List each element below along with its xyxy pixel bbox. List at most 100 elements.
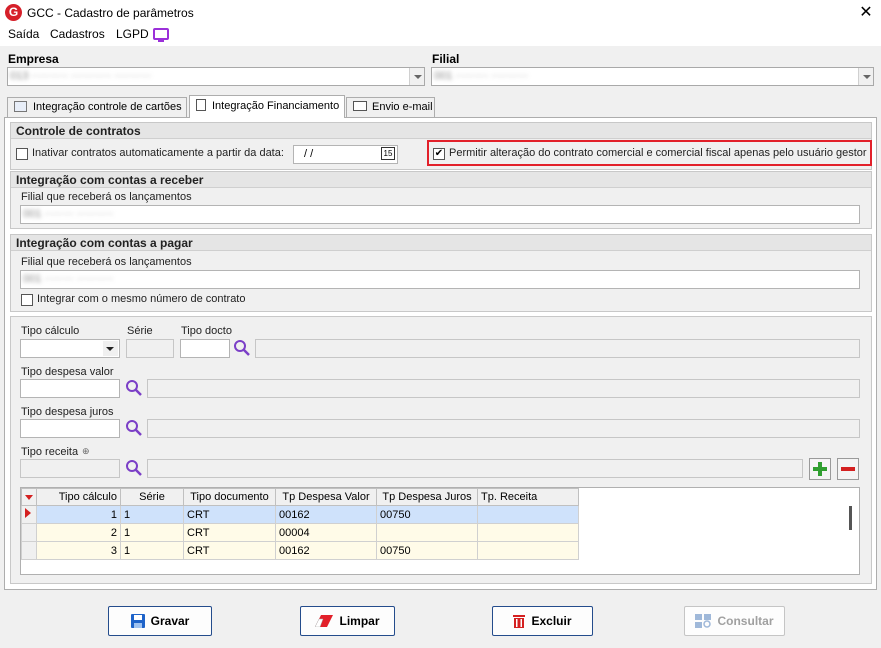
grid-header[interactable]: Tipo documento: [183, 488, 276, 506]
calendar-icon[interactable]: 15: [381, 147, 395, 160]
filial-select[interactable]: 001 ········· ··········: [431, 67, 874, 86]
button-label: Limpar: [339, 614, 380, 628]
tipo-docto-descricao: [255, 339, 860, 358]
tab-envio-email[interactable]: Envio e-mail: [346, 97, 435, 117]
tipo-despesa-juros-input[interactable]: [20, 419, 120, 438]
grid-header[interactable]: Tipo cálculo: [36, 488, 121, 506]
cell[interactable]: 00162: [275, 505, 377, 524]
current-row-icon: [25, 508, 31, 518]
table-row[interactable]: 1 1 CRT 00162 00750: [21, 505, 579, 524]
cell[interactable]: CRT: [183, 505, 276, 524]
tipo-despesa-juros-label: Tipo despesa juros: [21, 406, 114, 418]
cell[interactable]: 00750: [376, 505, 478, 524]
cell[interactable]: [376, 523, 478, 542]
tab-label: Integração Financiamento: [212, 100, 340, 112]
cell[interactable]: [477, 523, 579, 542]
monitor-stand-icon: [158, 40, 164, 42]
button-label: Excluir: [531, 614, 572, 628]
search-icon[interactable]: [125, 419, 143, 437]
grid-header[interactable]: Tp Despesa Valor: [275, 488, 377, 506]
pagar-filial-label: Filial que receberá os lançamentos: [21, 256, 192, 268]
empresa-select[interactable]: 013 ·········· ··········· ··········: [7, 67, 425, 86]
chevron-down-icon[interactable]: [409, 68, 424, 85]
pagar-filial-input[interactable]: 001 ········ ··········: [20, 270, 860, 289]
cell[interactable]: 00162: [275, 541, 377, 560]
window-title: GCC - Cadastro de parâmetros: [27, 6, 194, 20]
mesmo-numero-label: Integrar com o mesmo número de contrato: [37, 293, 246, 305]
excluir-button[interactable]: Excluir: [492, 606, 593, 636]
cell[interactable]: 00004: [275, 523, 377, 542]
remove-button[interactable]: [837, 458, 859, 480]
search-icon[interactable]: [125, 379, 143, 397]
receber-filial-input[interactable]: 001 ········ ··········: [20, 205, 860, 224]
tipo-docto-input[interactable]: [180, 339, 230, 358]
save-icon: [130, 614, 145, 628]
serie-input[interactable]: [126, 339, 174, 358]
menu-lgpd[interactable]: LGPD: [116, 27, 149, 41]
cell[interactable]: [477, 541, 579, 560]
monitor-icon[interactable]: [153, 28, 169, 40]
cell[interactable]: 2: [36, 523, 121, 542]
cell[interactable]: [477, 505, 579, 524]
tipo-receita-descricao: [147, 459, 803, 478]
pagar-filial-value: 001 ········ ··········: [23, 273, 114, 285]
empresa-label: Empresa: [8, 52, 59, 66]
search-icon[interactable]: [233, 339, 251, 357]
inativar-checkbox[interactable]: [16, 148, 28, 160]
trash-icon: [513, 615, 526, 628]
cell[interactable]: 00750: [376, 541, 478, 560]
gravar-button[interactable]: Gravar: [108, 606, 212, 636]
table-row[interactable]: 3 1 CRT 00162 00750: [21, 541, 579, 560]
menu-cadastros[interactable]: Cadastros: [50, 27, 105, 41]
tab-integracao-financiamento[interactable]: Integração Financiamento: [189, 95, 345, 118]
tipo-despesa-valor-descricao: [147, 379, 860, 398]
tipo-despesa-valor-input[interactable]: [20, 379, 120, 398]
scrollbar-thumb[interactable]: [849, 506, 852, 530]
add-button[interactable]: [809, 458, 831, 480]
permitir-checkbox[interactable]: ✔: [433, 148, 445, 160]
tipo-docto-label: Tipo docto: [181, 325, 232, 337]
minus-icon: [841, 467, 855, 471]
cell[interactable]: 1: [120, 541, 184, 560]
tab-integracao-cartoes[interactable]: Integração controle de cartões: [7, 97, 187, 117]
button-label: Consultar: [717, 614, 774, 628]
cell[interactable]: 1: [36, 505, 121, 524]
parametros-grid[interactable]: Tipo cálculo Série Tipo documento Tp Des…: [20, 487, 860, 575]
table-row[interactable]: 2 1 CRT 00004: [21, 523, 579, 542]
cell[interactable]: 1: [120, 523, 184, 542]
serie-label: Série: [127, 325, 153, 337]
plus-icon: [813, 462, 827, 476]
chevron-down-icon[interactable]: [858, 68, 873, 85]
receber-filial-label: Filial que receberá os lançamentos: [21, 191, 192, 203]
receber-filial-value: 001 ········ ··········: [23, 208, 114, 220]
grid-header[interactable]: Série: [120, 488, 184, 506]
card-icon: [14, 101, 27, 112]
inativar-label: Inativar contratos automaticamente a par…: [32, 147, 284, 159]
limpar-button[interactable]: Limpar: [300, 606, 395, 636]
consultar-button[interactable]: Consultar: [684, 606, 785, 636]
tipo-receita-input[interactable]: [20, 459, 120, 478]
tab-label: Envio e-mail: [372, 101, 433, 113]
close-icon[interactable]: ✕: [855, 2, 877, 24]
query-icon: [695, 614, 712, 628]
search-icon[interactable]: [125, 459, 143, 477]
document-icon: [196, 99, 206, 111]
cell[interactable]: 3: [36, 541, 121, 560]
grid-header[interactable]: Tp Despesa Juros: [376, 488, 478, 506]
empresa-value: 013 ·········· ··········· ··········: [10, 70, 152, 82]
section-title: Integração com contas a pagar: [11, 235, 871, 251]
cell[interactable]: 1: [120, 505, 184, 524]
tipo-calculo-label: Tipo cálculo: [21, 325, 80, 337]
grid-table: Tipo cálculo Série Tipo documento Tp Des…: [21, 488, 579, 560]
grid-header[interactable]: Tp. Receita: [477, 488, 579, 506]
mesmo-numero-checkbox[interactable]: [21, 294, 33, 306]
app-logo-icon: G: [5, 4, 22, 21]
cell[interactable]: CRT: [183, 541, 276, 560]
row-indicator: [21, 523, 37, 542]
tipo-calculo-select[interactable]: [20, 339, 120, 358]
filial-label: Filial: [432, 52, 460, 66]
menu-saida[interactable]: Saída: [8, 27, 39, 41]
tipo-despesa-juros-descricao: [147, 419, 860, 438]
arrow-down-icon: [106, 347, 114, 351]
cell[interactable]: CRT: [183, 523, 276, 542]
